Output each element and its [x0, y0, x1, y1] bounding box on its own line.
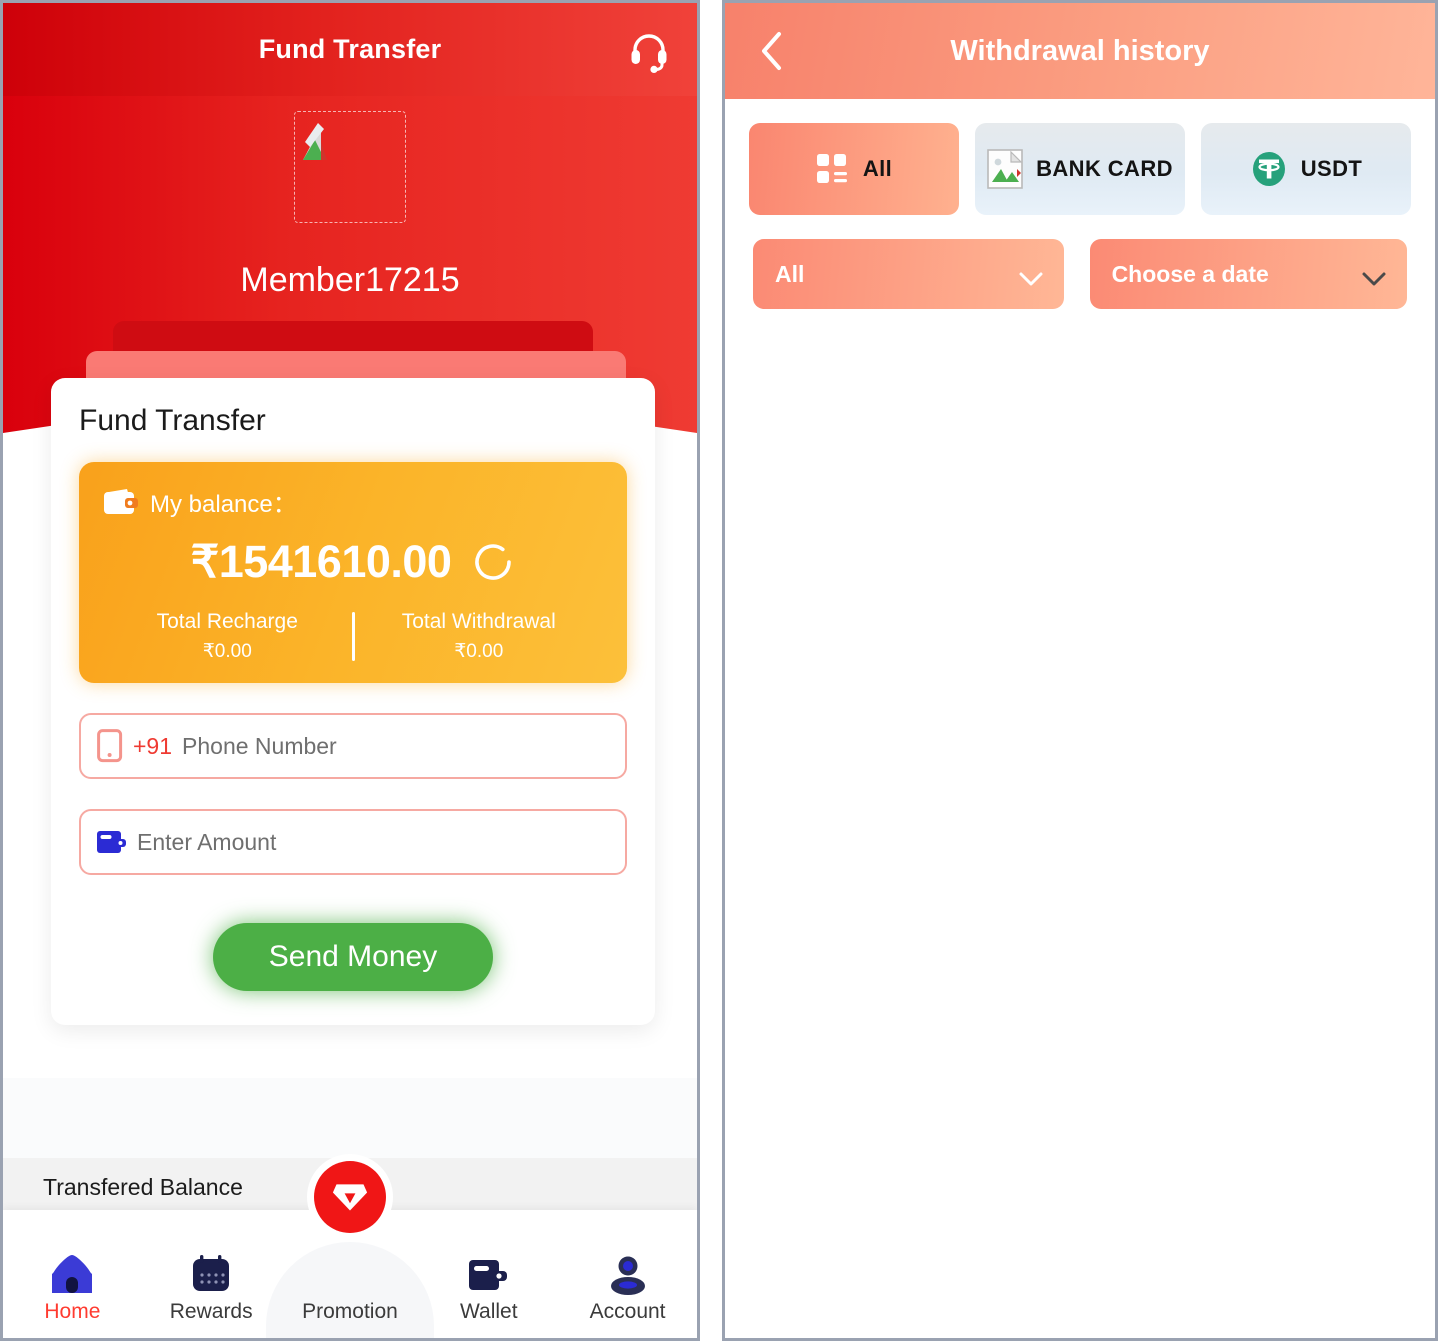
wallet-icon	[103, 488, 139, 516]
chevron-left-icon[interactable]	[759, 31, 785, 71]
promotion-icon-slot	[281, 1249, 420, 1295]
send-money-row: Send Money	[79, 923, 627, 991]
amount-input[interactable]: Enter Amount	[79, 809, 627, 875]
tether-icon	[1250, 150, 1288, 188]
nav-item-promotion[interactable]: Promotion	[281, 1161, 420, 1338]
transfered-balance-label: Transfered Balance	[43, 1173, 243, 1200]
withdrawal-filters: All Choose a date	[725, 215, 1435, 309]
date-filter-value: Choose a date	[1111, 260, 1269, 287]
nav-label: Rewards	[169, 1300, 253, 1323]
withdrawal-type-tabs: All BANK CARD USDT	[725, 99, 1435, 215]
amount-placeholder: Enter Amount	[137, 828, 277, 855]
fund-transfer-screen: Fund Transfer Member17215 Fund Transfer …	[0, 0, 700, 1341]
total-withdrawal-label: Total Withdrawal	[401, 610, 556, 633]
balance-card: My balance： ₹1541610.00 Total Recharge ₹…	[79, 462, 627, 683]
tab-bank-card[interactable]: BANK CARD	[975, 123, 1185, 215]
tab-label: All	[862, 156, 893, 181]
phone-icon	[97, 729, 123, 763]
diamond-badge-icon[interactable]	[313, 1161, 386, 1233]
broken-image-icon	[301, 120, 347, 162]
page-title: Fund Transfer	[258, 34, 442, 64]
phone-input[interactable]: +91 Phone Number	[79, 713, 627, 779]
date-filter-dropdown[interactable]: Choose a date	[1089, 239, 1407, 309]
screenshot-root: Fund Transfer Member17215 Fund Transfer …	[0, 0, 1438, 1341]
fund-transfer-topbar: Fund Transfer	[3, 3, 697, 96]
balance-label: My balance：	[150, 491, 297, 518]
person-icon	[558, 1249, 697, 1295]
nav-item-account[interactable]: Account	[558, 1249, 697, 1338]
total-withdrawal-value: ₹0.00	[454, 641, 504, 662]
tab-all[interactable]: All	[749, 123, 959, 215]
phone-placeholder: Phone Number	[182, 732, 337, 759]
nav-label: Promotion	[302, 1300, 398, 1323]
member-username: Member17215	[240, 261, 460, 299]
grid-icon	[816, 152, 850, 186]
card-bottom-spacer	[3, 1078, 697, 1168]
avatar	[294, 111, 406, 223]
status-filter-value: All	[775, 260, 805, 287]
status-filter-dropdown[interactable]: All	[753, 239, 1064, 309]
send-money-button[interactable]: Send Money	[212, 923, 494, 991]
headset-icon[interactable]	[625, 26, 673, 74]
page-title: Withdrawal history	[950, 34, 1210, 67]
calendar-icon	[142, 1249, 281, 1295]
withdrawal-history-screen: Withdrawal history All BANK CARD USDT Al…	[722, 0, 1438, 1341]
card-title: Fund Transfer	[79, 404, 266, 437]
nav-label: Home	[44, 1300, 101, 1323]
wallet-icon	[97, 829, 127, 855]
nav-item-wallet[interactable]: Wallet	[419, 1249, 558, 1338]
nav-item-home[interactable]: Home	[3, 1249, 142, 1338]
broken-image-icon	[987, 149, 1023, 189]
withdrawal-history-header: Withdrawal history	[725, 3, 1435, 99]
total-recharge-value: ₹0.00	[202, 641, 252, 662]
bottom-navigation: Home Rewards Promotion Wallet Account	[3, 1161, 697, 1338]
fund-transfer-card: Fund Transfer My balance： ₹1541610.00 To…	[51, 378, 655, 1025]
total-recharge: Total Recharge ₹0.00	[103, 610, 352, 663]
wallet-icon	[419, 1249, 558, 1295]
balance-amount: ₹1541610.00	[190, 536, 452, 587]
total-recharge-label: Total Recharge	[156, 610, 298, 633]
nav-label: Wallet	[460, 1300, 518, 1323]
nav-label: Account	[589, 1300, 666, 1323]
tab-label: BANK CARD	[1036, 156, 1173, 181]
chevron-down-icon	[1361, 266, 1387, 286]
tab-usdt[interactable]: USDT	[1201, 123, 1411, 215]
home-icon	[3, 1249, 142, 1295]
tab-label: USDT	[1300, 156, 1363, 181]
refresh-icon[interactable]	[471, 540, 515, 584]
total-withdrawal: Total Withdrawal ₹0.00	[355, 610, 604, 663]
chevron-down-icon	[1018, 266, 1044, 286]
nav-item-rewards[interactable]: Rewards	[142, 1249, 281, 1338]
country-code: +91	[133, 732, 173, 759]
